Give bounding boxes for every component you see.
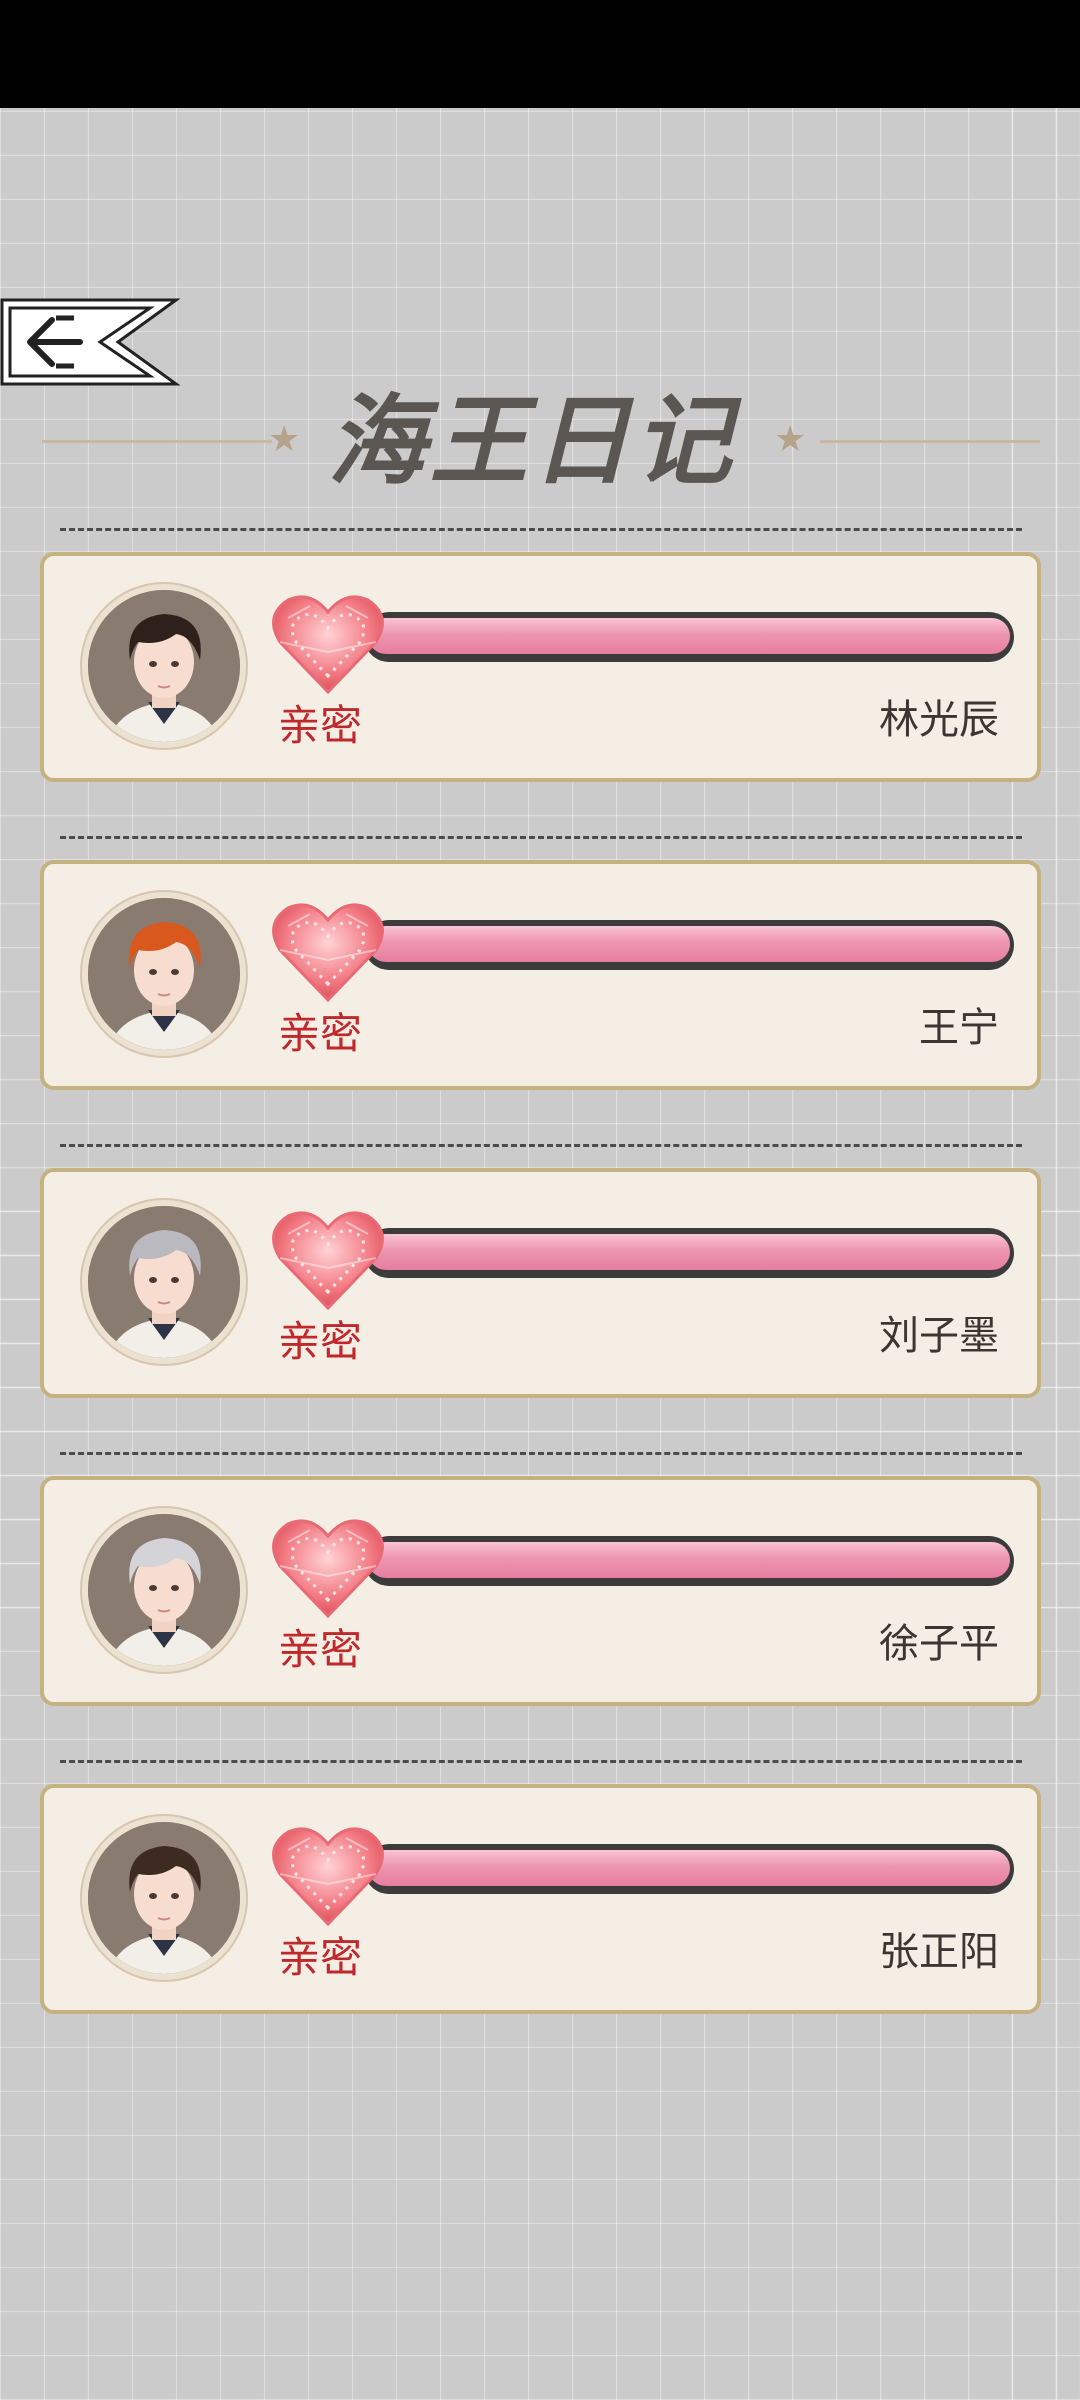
dashed-divider — [60, 836, 1022, 839]
dashed-divider — [60, 1760, 1022, 1763]
character-card[interactable]: 亲密 林光辰 — [40, 552, 1041, 782]
dashed-divider — [60, 1452, 1022, 1455]
affection-bar — [364, 1844, 1014, 1894]
affection-bar-fill — [368, 1234, 1010, 1270]
character-name: 林光辰 — [879, 697, 999, 743]
avatar — [88, 898, 240, 1050]
affection-bar-fill — [368, 1850, 1010, 1886]
heart-icon — [270, 592, 386, 696]
status-bar — [0, 0, 1080, 108]
heart-icon — [270, 1516, 386, 1620]
heart-icon — [270, 900, 386, 1004]
affection-bar — [364, 920, 1014, 970]
character-card[interactable]: 亲密 刘子墨 — [40, 1168, 1041, 1398]
character-name: 徐子平 — [879, 1621, 999, 1667]
dashed-divider — [60, 1144, 1022, 1147]
dashed-divider — [60, 528, 1022, 531]
heart-icon — [270, 1208, 386, 1312]
avatar-frame — [80, 582, 248, 750]
affection-bar-fill — [368, 1542, 1010, 1578]
avatar-frame — [80, 1814, 248, 1982]
affection-bar-fill — [368, 926, 1010, 962]
avatar — [88, 1514, 240, 1666]
intimacy-label: 亲密 — [278, 1933, 363, 1982]
title-area: ★ 海王日记 ★ — [0, 385, 1080, 499]
avatar-frame — [80, 890, 248, 1058]
avatar — [88, 1206, 240, 1358]
star-icon: ★ — [774, 419, 807, 460]
intimacy-label: 亲密 — [278, 1625, 363, 1674]
character-name: 刘子墨 — [879, 1313, 999, 1359]
character-card[interactable]: 亲密 张正阳 — [40, 1784, 1041, 2014]
character-card[interactable]: 亲密 王宁 — [40, 860, 1041, 1090]
arrow-left-icon — [0, 298, 181, 386]
avatar — [88, 1822, 240, 1974]
intimacy-label: 亲密 — [278, 701, 363, 750]
affection-bar-fill — [368, 618, 1010, 654]
intimacy-label: 亲密 — [278, 1317, 363, 1366]
intimacy-label: 亲密 — [278, 1009, 363, 1058]
heart-icon — [270, 1824, 386, 1928]
character-name: 王宁 — [919, 1005, 999, 1051]
title-ornament-line — [820, 440, 1040, 443]
avatar — [88, 590, 240, 742]
affection-bar — [364, 1228, 1014, 1278]
affection-bar — [364, 1536, 1014, 1586]
avatar-frame — [80, 1506, 248, 1674]
back-button[interactable] — [0, 296, 181, 388]
affection-bar — [364, 612, 1014, 662]
character-card[interactable]: 亲密 徐子平 — [40, 1476, 1041, 1706]
avatar-frame — [80, 1198, 248, 1366]
character-name: 张正阳 — [879, 1929, 999, 1975]
